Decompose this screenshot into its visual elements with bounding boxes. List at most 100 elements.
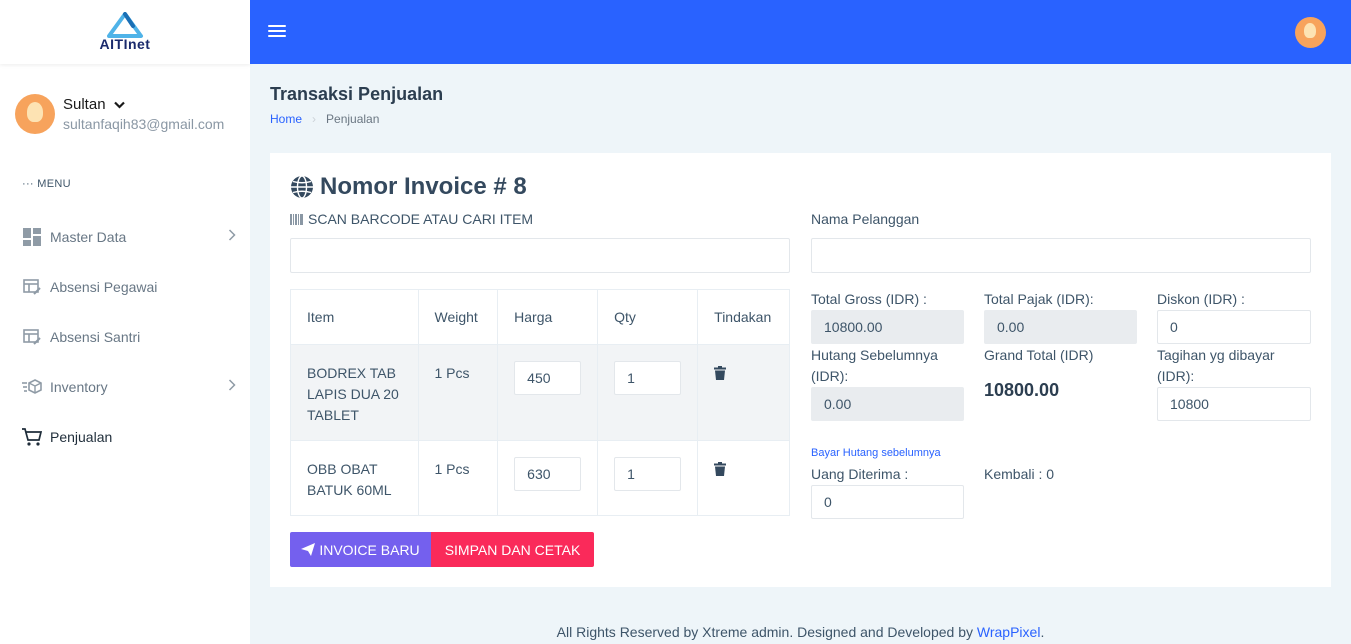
- diskon-label: Diskon (IDR) :: [1157, 291, 1245, 307]
- user-name-row[interactable]: Sultan: [63, 96, 224, 113]
- diskon-input[interactable]: [1157, 310, 1311, 344]
- menu-section-label: ··· MENU: [0, 134, 250, 190]
- user-profile[interactable]: Sultan sultanfaqih83@gmail.com: [0, 64, 250, 134]
- footer: All Rights Reserved by Xtreme admin. Des…: [250, 624, 1351, 640]
- box-list-icon: [22, 377, 42, 397]
- hamburger-menu-icon[interactable]: [268, 25, 286, 39]
- breadcrumb-separator-icon: ›: [312, 112, 317, 126]
- qty-input[interactable]: [614, 361, 682, 395]
- sidebar-item-inventory[interactable]: Inventory: [0, 362, 250, 412]
- tagihan-input[interactable]: [1157, 387, 1311, 421]
- paper-plane-icon: [301, 543, 316, 556]
- dots-icon: ···: [22, 178, 34, 190]
- customer-name-label: Nama Pelanggan: [811, 211, 920, 227]
- user-info: Sultan sultanfaqih83@gmail.com: [63, 96, 224, 132]
- total-pajak-label: Total Pajak (IDR):: [984, 291, 1094, 307]
- scan-barcode-input[interactable]: [290, 238, 790, 273]
- col-header-weight: Weight: [417, 289, 499, 345]
- cell-harga: [497, 440, 599, 516]
- trash-icon: [714, 366, 727, 380]
- items-table: Item Weight Harga Qty Tindakan BODREX TA…: [290, 289, 790, 516]
- uang-diterima-label: Uang Diterima :: [811, 466, 909, 482]
- cell-qty: [597, 440, 699, 516]
- new-invoice-button[interactable]: INVOICE BARU: [290, 532, 431, 567]
- breadcrumb-home-link[interactable]: Home: [270, 112, 302, 126]
- table-edit-icon: [22, 277, 42, 297]
- tagihan-label: Tagihan yg dibayar (IDR):: [1157, 347, 1275, 384]
- scan-barcode-label: SCAN BARCODE ATAU CARI ITEM: [290, 211, 533, 227]
- cell-tindakan: [697, 440, 790, 516]
- brand-logo[interactable]: AITInet: [100, 12, 151, 52]
- bayar-hutang-link[interactable]: Bayar Hutang sebelumnya: [811, 447, 941, 459]
- sidebar-item-label: Absensi Pegawai: [50, 279, 158, 295]
- chevron-right-icon: [228, 379, 236, 391]
- cell-harga: [497, 344, 599, 441]
- kembali-value: Kembali : 0: [984, 466, 1055, 482]
- logo-text: AITInet: [99, 36, 151, 52]
- col-header-harga: Harga: [497, 289, 599, 345]
- chevron-down-icon[interactable]: [113, 101, 125, 109]
- delete-row-button[interactable]: [714, 365, 727, 386]
- topbar-user-avatar[interactable]: [1295, 17, 1326, 48]
- invoice-number: Nomor Invoice # 8: [320, 173, 527, 200]
- sidebar-item-label: Penjualan: [50, 429, 113, 445]
- table-row: BODREX TAB LAPIS DUA 20 TABLET 1 Pcs: [290, 344, 790, 441]
- sidebar-nav: Master Data Absensi Pegawai Absensi Sant…: [0, 212, 250, 462]
- customer-name-input[interactable]: [811, 238, 1311, 273]
- harga-input[interactable]: [514, 457, 582, 491]
- table-row: OBB OBAT BATUK 60ML 1 Pcs: [290, 440, 790, 516]
- sidebar-item-label: Absensi Santri: [50, 329, 141, 345]
- footer-wrappixel-link[interactable]: WrapPixel: [977, 624, 1041, 640]
- grand-total-label: Grand Total (IDR): [984, 347, 1094, 363]
- delete-row-button[interactable]: [714, 461, 727, 482]
- page-title: Transaksi Penjualan: [270, 84, 444, 104]
- footer-suffix: .: [1040, 624, 1045, 640]
- total-gross-field: 10800.00: [811, 310, 964, 344]
- footer-text: All Rights Reserved by Xtreme admin. Des…: [556, 624, 977, 640]
- barcode-icon: [290, 213, 303, 225]
- uang-diterima-input[interactable]: [811, 485, 964, 519]
- user-avatar[interactable]: [15, 94, 55, 134]
- table-header-row: Item Weight Harga Qty Tindakan: [290, 289, 790, 345]
- sidebar: AITInet Sultan sultanfaqih83@gmail.com ·…: [0, 0, 250, 644]
- scan-barcode-label-text: SCAN BARCODE ATAU CARI ITEM: [308, 211, 534, 227]
- col-header-tindakan: Tindakan: [697, 289, 790, 345]
- col-header-qty: Qty: [597, 289, 699, 345]
- sidebar-item-penjualan[interactable]: Penjualan: [0, 412, 250, 462]
- logo-triangle-icon: [106, 12, 143, 38]
- qty-input[interactable]: [614, 457, 682, 491]
- cell-qty: [597, 344, 699, 441]
- invoice-title: Nomor Invoice # 8: [290, 173, 527, 201]
- total-gross-label: Total Gross (IDR) :: [811, 291, 927, 307]
- topbar: [250, 0, 1351, 64]
- table-edit-icon: [22, 327, 42, 347]
- new-invoice-label: INVOICE BARU: [319, 541, 420, 558]
- save-print-button[interactable]: SIMPAN DAN CETAK: [431, 532, 594, 567]
- hutang-label: Hutang Sebelumnya (IDR):: [811, 347, 938, 384]
- sidebar-item-absensi-pegawai[interactable]: Absensi Pegawai: [0, 262, 250, 312]
- col-header-item: Item: [290, 289, 419, 345]
- cell-weight: 1 Pcs: [417, 344, 499, 441]
- cell-tindakan: [697, 344, 790, 441]
- cell-weight: 1 Pcs: [417, 440, 499, 516]
- user-email: sultanfaqih83@gmail.com: [63, 116, 225, 132]
- sidebar-item-absensi-santri[interactable]: Absensi Santri: [0, 312, 250, 362]
- harga-input[interactable]: [514, 361, 582, 395]
- sidebar-item-label: Master Data: [50, 229, 127, 245]
- hutang-field: 0.00: [811, 387, 964, 421]
- globe-icon: [291, 175, 313, 199]
- cell-item: BODREX TAB LAPIS DUA 20 TABLET: [290, 344, 419, 441]
- breadcrumb: Home › Penjualan: [270, 112, 379, 126]
- trash-icon: [714, 462, 727, 476]
- chevron-right-icon: [228, 229, 236, 241]
- breadcrumb-current: Penjualan: [326, 112, 380, 126]
- cell-item: OBB OBAT BATUK 60ML: [290, 440, 419, 516]
- dashboard-grid-icon: [22, 227, 42, 247]
- menu-label-text: MENU: [37, 178, 71, 190]
- cart-icon: [22, 427, 42, 447]
- sidebar-item-label: Inventory: [50, 379, 108, 395]
- sidebar-item-master-data[interactable]: Master Data: [0, 212, 250, 262]
- grand-total-value: 10800.00: [984, 380, 1060, 400]
- total-pajak-field: 0.00: [984, 310, 1137, 344]
- logo-area: AITInet: [0, 0, 250, 64]
